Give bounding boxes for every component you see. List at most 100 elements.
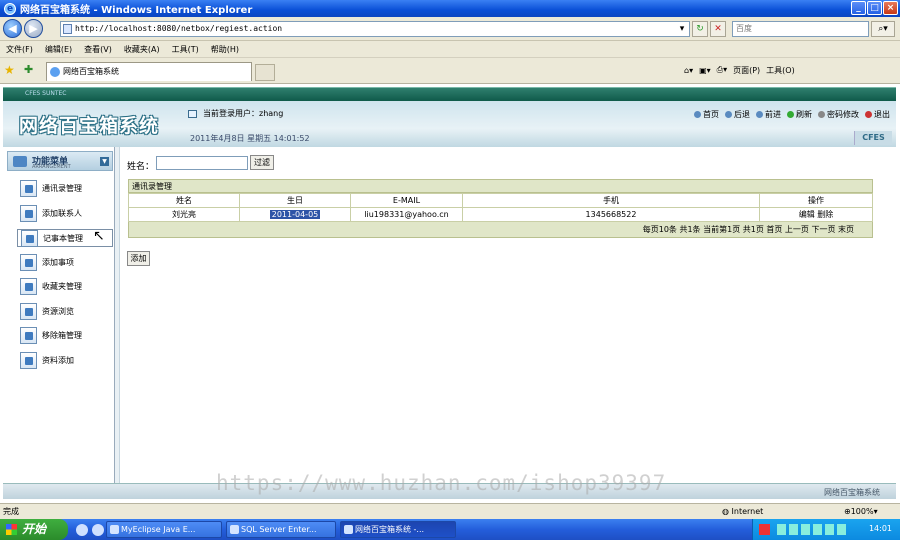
quicklaunch-desktop-icon[interactable]	[76, 524, 88, 536]
cell-phone: 1345668522	[462, 207, 760, 222]
nav-forward[interactable]: 前进	[756, 109, 781, 120]
cell-email: liu198331@yahoo.cn	[350, 207, 463, 222]
collapse-icon[interactable]: ▼	[100, 157, 109, 166]
menu-icon	[13, 156, 27, 167]
zoom-level[interactable]: ⊕100%▾	[844, 504, 878, 519]
new-tab-button[interactable]	[255, 64, 275, 81]
filter-name-input[interactable]	[156, 156, 248, 170]
print-icon[interactable]: ⎙▾	[717, 65, 727, 75]
sidebar-item-resources[interactable]: 资源浏览	[17, 303, 113, 321]
home-icon[interactable]: ⌂▾	[684, 66, 693, 75]
nav-refresh[interactable]: 刷新	[787, 109, 812, 120]
sidebar-item-add-contact[interactable]: 添加联系人	[17, 205, 113, 223]
filter-button[interactable]: 过滤	[250, 155, 274, 170]
home-icon	[694, 111, 701, 118]
menu-bar: 文件(F) 编辑(E) 查看(V) 收藏夹(A) 工具(T) 帮助(H)	[0, 41, 900, 58]
forward-button[interactable]: ▶	[24, 19, 43, 38]
security-zone: ◍ Internet	[722, 507, 764, 516]
selected-text: 2011-04-05	[269, 210, 321, 219]
myeclipse-icon	[110, 525, 119, 534]
ie-icon: e	[4, 2, 16, 15]
page-icon	[63, 24, 72, 34]
watermark: https://www.huzhan.com/ishop39397	[216, 471, 667, 495]
menu-file[interactable]: 文件(F)	[6, 44, 33, 55]
sidebar-item-favorites[interactable]: 收藏夹管理	[17, 278, 113, 296]
tab-page-icon	[50, 67, 60, 77]
quicklaunch-ie-icon[interactable]	[92, 524, 104, 536]
add-favorites-icon[interactable]: ✚	[24, 63, 33, 76]
delete-link[interactable]: 删除	[817, 210, 833, 219]
table-header-row: 姓名 生日 E-MAIL 手机 操作	[128, 193, 873, 208]
feeds-icon[interactable]: ▣▾	[699, 66, 711, 75]
close-button[interactable]: ×	[883, 1, 898, 15]
app-header-label: CFES SUNTEC	[25, 90, 67, 97]
col-birthday: 生日	[239, 193, 351, 208]
status-text: 完成	[3, 507, 19, 516]
address-bar-row: ◀ ▶ http://localhost:8080/netbox/regiest…	[0, 17, 900, 41]
task-netbox[interactable]: 网络百宝箱系统 -...	[340, 521, 456, 538]
menu-help[interactable]: 帮助(H)	[211, 44, 239, 55]
cell-name: 刘光亮	[128, 207, 240, 222]
nav-password[interactable]: 密码修改	[818, 109, 859, 120]
sidebar-item-contacts[interactable]: 通讯录管理	[17, 180, 113, 198]
address-input[interactable]: http://localhost:8080/netbox/regiest.act…	[60, 21, 690, 37]
page-menu[interactable]: 页面(P)	[733, 65, 760, 76]
sidebar-header: 功能菜单 ARRANGEMENT ▼	[7, 151, 113, 171]
sidebar-splitter[interactable]	[115, 147, 120, 483]
menu-tools[interactable]: 工具(T)	[172, 44, 199, 55]
add-note-icon	[20, 254, 37, 271]
edit-link[interactable]: 编辑	[799, 210, 815, 219]
cell-birthday: 2011-04-05	[239, 207, 351, 222]
search-icon[interactable]: ⌕▾	[871, 21, 895, 37]
sidebar-item-add-note[interactable]: 添加事项	[17, 254, 113, 272]
globe-icon: ◍	[722, 507, 732, 516]
nav-home[interactable]: 首页	[694, 109, 719, 120]
pager[interactable]: 每页10条 共1条 当前第1页 共1页 首页 上一页 下一页 末页	[128, 222, 873, 238]
table-row: 刘光亮 2011-04-05 liu198331@yahoo.cn 134566…	[128, 207, 873, 222]
menu-edit[interactable]: 编辑(E)	[45, 44, 72, 55]
menu-view[interactable]: 查看(V)	[84, 44, 112, 55]
contacts-table: 姓名 生日 E-MAIL 手机 操作 刘光亮 2011-04-05 liu198…	[128, 193, 873, 222]
add-contact-icon	[20, 205, 37, 222]
tab-netbox[interactable]: 网络百宝箱系统	[46, 62, 252, 81]
favorites-star-icon[interactable]: ★	[4, 63, 15, 77]
app-banner: 网络百宝箱系统 当前登录用户：zhang 2011年4月8日 星期五 14:01…	[3, 101, 896, 147]
brand-badge: CFES	[854, 131, 892, 145]
col-email: E-MAIL	[350, 193, 463, 208]
key-icon	[818, 111, 825, 118]
top-nav: 首页 后退 前进 刷新 密码修改 退出	[694, 109, 890, 120]
task-sqlserver[interactable]: SQL Server Enter...	[226, 521, 336, 538]
menu-favorites[interactable]: 收藏夹(A)	[124, 44, 160, 55]
current-user: 当前登录用户：zhang	[188, 108, 283, 119]
stop-icon[interactable]: ✕	[710, 21, 726, 37]
zoom-icon: ⊕	[844, 507, 851, 516]
window-title-bar[interactable]: e 网络百宝箱系统 - Windows Internet Explorer _ …	[0, 0, 900, 17]
sidebar-item-box[interactable]: 移除箱管理	[17, 327, 113, 345]
refresh-icon	[787, 111, 794, 118]
address-dropdown-icon[interactable]: ▾	[676, 22, 688, 36]
tray-app-icon[interactable]	[759, 524, 770, 535]
maximize-button[interactable]: □	[867, 1, 882, 15]
sidebar-item-add-data[interactable]: 资料添加	[17, 352, 113, 370]
search-input[interactable]: 百度	[732, 21, 869, 37]
contacts-icon	[20, 180, 37, 197]
back-icon	[725, 111, 732, 118]
forward-icon	[756, 111, 763, 118]
favorites-icon	[20, 278, 37, 295]
notes-icon	[21, 230, 38, 247]
minimize-button[interactable]: _	[851, 1, 866, 15]
sidebar: 功能菜单 ARRANGEMENT ▼ 通讯录管理 添加联系人 记事本管理 添加事…	[3, 147, 115, 483]
add-button[interactable]: 添加	[127, 251, 150, 266]
task-myeclipse[interactable]: MyEclipse Java E...	[106, 521, 222, 538]
refresh-icon[interactable]: ↻	[692, 21, 708, 37]
sqlserver-icon	[230, 525, 239, 534]
tray-icons[interactable]	[777, 524, 847, 535]
user-icon	[188, 109, 197, 118]
nav-back[interactable]: 后退	[725, 109, 750, 120]
window-title: 网络百宝箱系统 - Windows Internet Explorer	[20, 5, 253, 16]
tools-menu[interactable]: 工具(O)	[766, 65, 795, 76]
back-button[interactable]: ◀	[3, 19, 22, 38]
nav-logout[interactable]: 退出	[865, 109, 890, 120]
app-header-strip: CFES SUNTEC	[3, 87, 896, 101]
start-button[interactable]: 开始	[0, 519, 68, 540]
